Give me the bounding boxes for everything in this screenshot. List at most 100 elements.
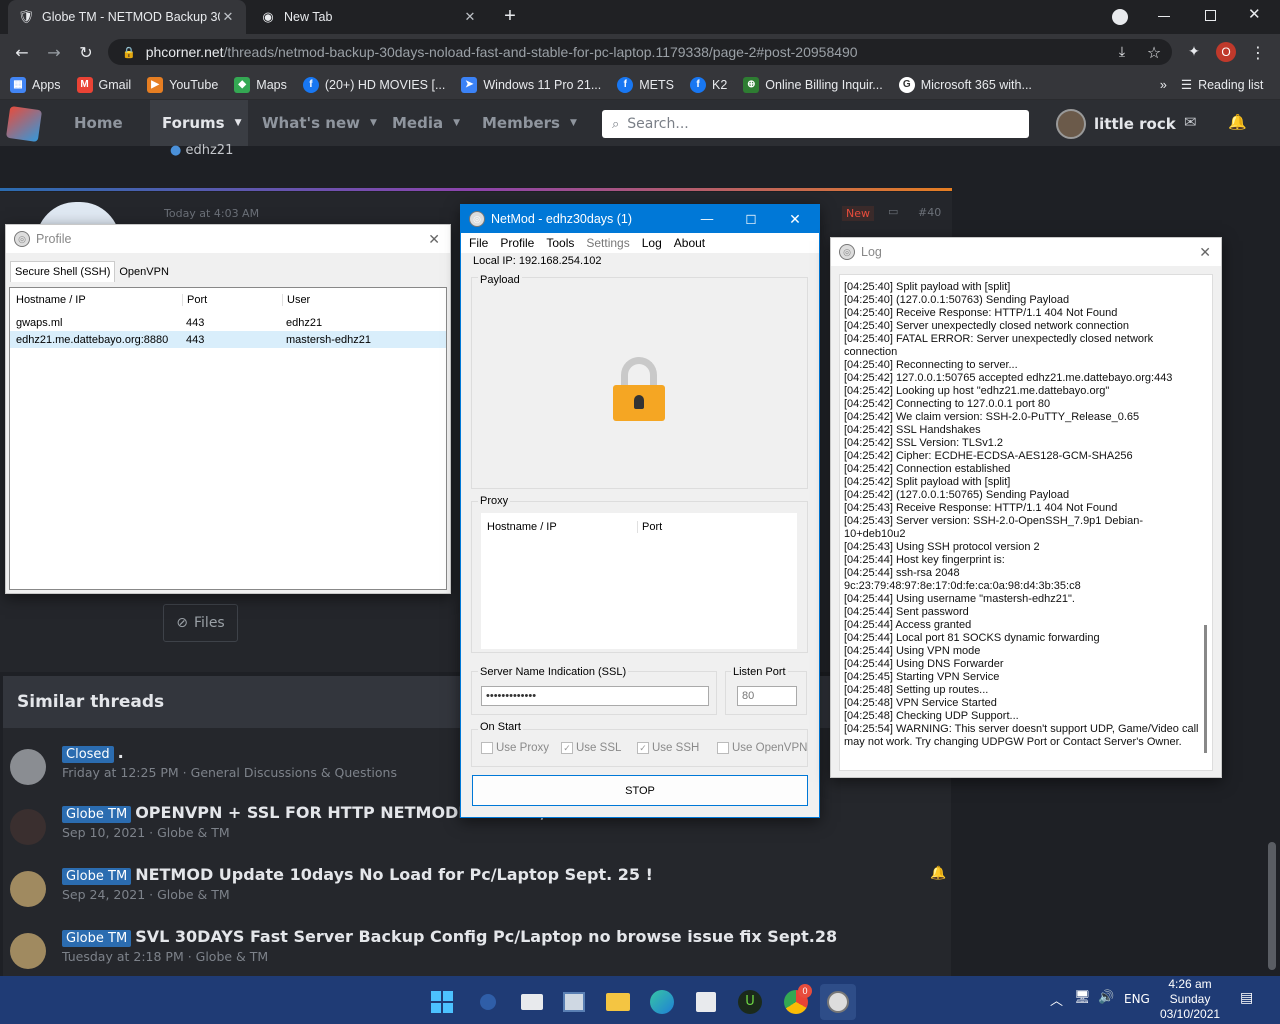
search-icon[interactable] — [470, 984, 506, 1020]
bookmark-star-icon[interactable]: ☆ — [1142, 40, 1166, 64]
back-icon[interactable]: ← — [10, 40, 34, 64]
address-bar[interactable]: 🔒 phcorner.net/threads/netmod-backup-30d… — [108, 39, 1172, 65]
extensions-icon[interactable]: ✦ — [1182, 40, 1206, 64]
edge-icon[interactable] — [644, 984, 680, 1020]
forward-icon[interactable]: → — [42, 40, 66, 64]
chevron-down-icon[interactable]: ▼ — [453, 118, 460, 128]
new-tab-button[interactable]: + — [498, 5, 522, 29]
widgets-icon[interactable] — [556, 984, 592, 1020]
tab-openvpn[interactable]: OpenVPN — [115, 261, 173, 282]
close-tab-icon[interactable]: ✕ — [220, 9, 236, 25]
bookmark-hd-movies[interactable]: f (20+) HD MOVIES [... — [302, 76, 445, 93]
forum-search-input[interactable]: ⌕ Search... — [602, 110, 1029, 138]
bookmark-billing[interactable]: ⊕ Online Billing Inquir... — [743, 76, 883, 93]
minimize-icon[interactable] — [1158, 16, 1170, 17]
reading-list-button[interactable]: ☰ Reading list — [1181, 77, 1264, 93]
page-scrollbar[interactable] — [1268, 842, 1276, 970]
restore-icon[interactable] — [1205, 10, 1216, 21]
column-header[interactable]: Hostname / IP — [16, 294, 86, 306]
more-bookmarks[interactable]: » — [1160, 78, 1167, 92]
tab-globe-tm[interactable]: 🛡 Globe TM - NETMOD Backup 30D ✕ — [8, 0, 246, 34]
nav-members[interactable]: Members ▼ — [470, 100, 589, 146]
chrome-menu-icon[interactable]: ⋮ — [1246, 40, 1270, 64]
file-explorer-icon[interactable] — [600, 984, 636, 1020]
bookmark-k2[interactable]: f K2 — [690, 76, 727, 93]
bookmark-youtube[interactable]: ▶ YouTube — [147, 76, 218, 93]
language-indicator[interactable]: ENG — [1124, 992, 1150, 1006]
menu-tools[interactable]: Tools — [546, 236, 574, 250]
menu-log[interactable]: Log — [642, 236, 662, 250]
maximize-icon[interactable]: ☐ — [741, 212, 761, 227]
table-row[interactable]: gwaps.ml 443 edhz21 — [10, 314, 446, 331]
user-avatar[interactable] — [1056, 109, 1086, 139]
reload-icon[interactable]: ↻ — [74, 40, 98, 64]
tab-ssh[interactable]: Secure Shell (SSH) — [10, 261, 116, 282]
post-author[interactable]: ● edhz21 — [170, 143, 233, 158]
column-header[interactable]: Port — [182, 294, 207, 306]
use-ssh-checkbox[interactable]: ✓ Use SSH — [637, 742, 699, 754]
column-header[interactable]: Hostname / IP — [487, 521, 557, 533]
avatar[interactable] — [10, 809, 46, 845]
inbox-icon[interactable]: ✉ — [1184, 113, 1197, 131]
bookmark-maps[interactable]: ◆ Maps — [234, 76, 287, 93]
watch-bell-icon[interactable]: 🔔 — [930, 866, 946, 881]
bookmark-mets[interactable]: f METS — [617, 76, 674, 93]
log-scrollbar[interactable] — [1204, 625, 1207, 753]
bookmark-post-icon[interactable]: ▭ — [888, 205, 898, 218]
notification-center-icon[interactable]: ▤ — [1240, 990, 1253, 1006]
clock[interactable]: 4:26 am Sunday 03/10/2021 — [1160, 977, 1220, 1022]
close-icon[interactable]: ✕ — [785, 211, 805, 228]
column-header[interactable]: Port — [637, 521, 662, 533]
tab-search-icon[interactable] — [1112, 9, 1128, 25]
thread-title[interactable]: . — [118, 743, 124, 762]
menu-settings[interactable]: Settings — [586, 236, 629, 250]
close-window-icon[interactable]: ✕ — [1248, 5, 1261, 23]
profile-avatar[interactable]: O — [1216, 42, 1236, 62]
close-tab-icon[interactable]: ✕ — [462, 9, 478, 25]
netmod-taskbar-icon[interactable] — [820, 984, 856, 1020]
nav-media[interactable]: Media ▼ — [380, 100, 472, 146]
bookmark-windows11[interactable]: ➤ Windows 11 Pro 21... — [461, 76, 601, 93]
volume-icon[interactable]: 🔊 — [1098, 990, 1114, 1005]
files-button[interactable]: ⊘ Files — [163, 604, 238, 642]
listen-port-input[interactable]: 80 — [737, 686, 797, 706]
column-header[interactable]: User — [282, 294, 310, 306]
log-output[interactable]: [04:25:40] Split payload with [split] [04… — [839, 274, 1213, 771]
nav-forums[interactable]: Forums ▼ — [150, 100, 248, 146]
thread-title[interactable]: NETMOD Update 10days No Load for Pc/Lapt… — [135, 865, 653, 884]
avatar[interactable] — [10, 871, 46, 907]
upwork-icon[interactable]: U — [732, 984, 768, 1020]
use-openvpn-checkbox[interactable]: Use OpenVPN — [717, 742, 807, 754]
bookmark-gmail[interactable]: M Gmail — [76, 76, 131, 93]
nav-home[interactable]: Home — [62, 100, 135, 146]
thread-title[interactable]: SVL 30DAYS Fast Server Backup Config Pc/… — [135, 927, 837, 946]
close-icon[interactable]: ✕ — [1199, 244, 1211, 261]
menu-file[interactable]: File — [469, 236, 488, 250]
avatar[interactable] — [10, 933, 46, 969]
install-icon[interactable]: ⤓ — [1110, 40, 1134, 64]
bookmark-apps[interactable]: ▦ Apps — [10, 76, 61, 93]
username-link[interactable]: little rock — [1094, 115, 1176, 133]
nav-whats-new[interactable]: What's new ▼ — [250, 100, 389, 146]
chevron-down-icon[interactable]: ▼ — [570, 118, 577, 128]
menu-profile[interactable]: Profile — [500, 236, 534, 250]
chevron-up-icon[interactable]: ︿ — [1050, 990, 1063, 1009]
post-number[interactable]: #40 — [918, 206, 941, 219]
network-icon[interactable]: 🖥 — [1074, 990, 1091, 1005]
chevron-down-icon[interactable]: ▼ — [370, 118, 377, 128]
task-view-icon[interactable] — [514, 984, 550, 1020]
table-row[interactable]: edhz21.me.dattebayo.org:8880 443 masters… — [10, 331, 446, 348]
stop-button[interactable]: STOP — [472, 775, 808, 806]
chevron-down-icon[interactable]: ▼ — [235, 118, 242, 128]
bookmark-m365[interactable]: G Microsoft 365 with... — [898, 76, 1032, 93]
minimize-icon[interactable]: — — [697, 212, 717, 226]
tab-new-tab[interactable]: ◉ New Tab ✕ — [250, 0, 488, 34]
menu-about[interactable]: About — [674, 236, 705, 250]
use-proxy-checkbox[interactable]: Use Proxy — [481, 742, 549, 754]
forum-logo-icon[interactable] — [5, 105, 43, 143]
alerts-bell-icon[interactable]: 🔔 — [1228, 113, 1247, 131]
close-icon[interactable]: ✕ — [428, 231, 440, 248]
store-icon[interactable] — [688, 984, 724, 1020]
avatar[interactable] — [10, 749, 46, 785]
use-ssl-checkbox[interactable]: ✓ Use SSL — [561, 742, 621, 754]
